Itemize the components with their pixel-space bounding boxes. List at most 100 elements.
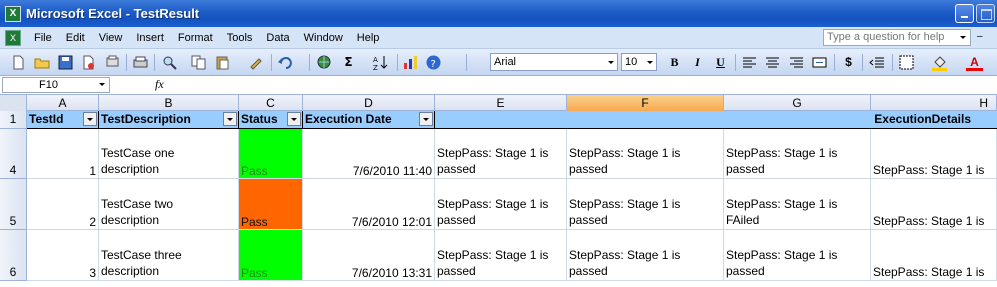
align-left-icon[interactable] xyxy=(741,54,758,71)
research-icon[interactable] xyxy=(161,54,178,71)
font-size-select[interactable]: 10 xyxy=(621,53,657,71)
cell-description[interactable]: TestCase three description xyxy=(99,230,239,281)
filter-dropdown-icon[interactable] xyxy=(223,112,237,126)
cell-execution-date[interactable]: 7/6/2010 11:40 xyxy=(303,129,435,179)
autosum-button[interactable]: Σ xyxy=(340,54,357,71)
header-cell-testid[interactable]: TestId xyxy=(27,111,99,129)
merge-center-icon[interactable] xyxy=(811,54,828,71)
cell-execution-detail[interactable]: StepPass: Stage 1 is passed xyxy=(724,129,871,179)
menu-tools[interactable]: Tools xyxy=(220,32,260,44)
filter-dropdown-icon[interactable] xyxy=(287,112,301,126)
header-cell-status[interactable]: Status xyxy=(239,111,303,129)
window-minimize-icon[interactable]: – xyxy=(977,32,988,43)
cell-testid[interactable]: 2 xyxy=(27,179,99,230)
cell-status[interactable]: Pass xyxy=(239,230,303,281)
permission-icon[interactable] xyxy=(80,54,97,71)
menu-view[interactable]: View xyxy=(92,32,130,44)
menu-file[interactable]: File xyxy=(27,32,59,44)
help-search-input[interactable]: Type a question for help xyxy=(823,29,971,46)
undo-icon[interactable] xyxy=(277,54,294,71)
cell-status[interactable]: Pass xyxy=(239,129,303,179)
format-painter-icon[interactable] xyxy=(248,54,265,71)
cell-testid[interactable]: 1 xyxy=(27,129,99,179)
column-header-g[interactable]: G xyxy=(724,95,871,111)
underline-button[interactable]: U xyxy=(712,54,729,71)
cell-execution-detail[interactable]: StepPass: Stage 1 is passed xyxy=(435,179,567,230)
cell-execution-detail[interactable]: StepPass: Stage 1 is passed xyxy=(567,129,724,179)
cell-description[interactable]: TestCase two description xyxy=(99,179,239,230)
cell-execution-detail[interactable]: StepPass: Stage 1 is xyxy=(871,129,997,179)
align-right-icon[interactable] xyxy=(788,54,805,71)
menu-insert[interactable]: Insert xyxy=(129,32,171,44)
row-header-4[interactable]: 4 xyxy=(0,129,27,179)
cell-status[interactable]: Pass xyxy=(239,179,303,230)
help-dropdown-icon[interactable] xyxy=(960,36,966,39)
cell-execution-detail[interactable]: StepPass: Stage 1 is FAiled xyxy=(724,179,871,230)
svg-text:A: A xyxy=(373,56,378,64)
formula-bar: F10 fx xyxy=(0,76,997,95)
column-header-d[interactable]: D xyxy=(303,95,435,111)
menu-edit[interactable]: Edit xyxy=(59,32,92,44)
open-icon[interactable] xyxy=(34,54,51,71)
align-center-icon[interactable] xyxy=(764,54,781,71)
currency-button[interactable]: $ xyxy=(840,54,857,71)
column-header-f[interactable]: F xyxy=(567,95,724,111)
excel-app-icon[interactable]: X xyxy=(5,5,21,22)
cell-execution-detail[interactable]: StepPass: Stage 1 is passed xyxy=(567,179,724,230)
print-preview-icon[interactable] xyxy=(104,54,121,71)
cell-execution-detail[interactable]: StepPass: Stage 1 is passed xyxy=(435,230,567,281)
column-header-a[interactable]: A xyxy=(27,95,99,111)
fill-color-icon[interactable] xyxy=(931,54,948,71)
paste-icon[interactable] xyxy=(214,54,231,71)
header-cell-execution-details[interactable]: ExecutionDetails xyxy=(435,111,997,129)
menu-format[interactable]: Format xyxy=(171,32,220,44)
filter-dropdown-icon[interactable] xyxy=(83,112,97,126)
select-all-corner[interactable] xyxy=(0,95,27,111)
cell-execution-date[interactable]: 7/6/2010 12:01 xyxy=(303,179,435,230)
restore-button[interactable] xyxy=(976,4,995,23)
cell-description[interactable]: TestCase one description xyxy=(99,129,239,179)
title-bar: X Microsoft Excel - TestResult xyxy=(0,0,997,27)
insert-function-icon[interactable]: fx xyxy=(155,77,164,92)
cell-execution-detail[interactable]: StepPass: Stage 1 is passed xyxy=(567,230,724,281)
column-header-h[interactable]: H xyxy=(871,95,997,111)
column-header-e[interactable]: E xyxy=(435,95,567,111)
header-cell-testdescription[interactable]: TestDescription xyxy=(99,111,239,129)
cell-testid[interactable]: 3 xyxy=(27,230,99,281)
cell-value: passed xyxy=(569,264,608,278)
decrease-indent-icon[interactable] xyxy=(869,54,886,71)
menu-window[interactable]: Window xyxy=(297,32,350,44)
font-name-select[interactable]: Arial xyxy=(490,53,618,71)
menu-data[interactable]: Data xyxy=(259,32,296,44)
filter-dropdown-icon[interactable] xyxy=(419,112,433,126)
cell-execution-detail[interactable]: StepPass: Stage 1 is passed xyxy=(435,129,567,179)
name-box[interactable]: F10 xyxy=(2,77,110,93)
copy-icon[interactable] xyxy=(190,54,207,71)
save-icon[interactable] xyxy=(57,54,74,71)
menu-help[interactable]: Help xyxy=(350,32,387,44)
cell-execution-detail[interactable]: StepPass: Stage 1 is xyxy=(871,230,997,281)
print-icon[interactable] xyxy=(132,54,149,71)
new-icon[interactable] xyxy=(10,54,27,71)
minimize-button[interactable] xyxy=(955,4,974,23)
workbook-icon[interactable]: X xyxy=(5,29,21,46)
chart-wizard-icon[interactable] xyxy=(402,54,419,71)
hyperlink-icon[interactable] xyxy=(316,54,333,71)
sort-ascending-icon[interactable]: AZ xyxy=(372,54,389,71)
cell-value: 2 xyxy=(89,215,96,229)
row-header-5[interactable]: 5 xyxy=(0,179,27,230)
italic-button[interactable]: I xyxy=(689,54,706,71)
column-header-c[interactable]: C xyxy=(239,95,303,111)
bold-button[interactable]: B xyxy=(666,54,683,71)
font-color-button[interactable]: A xyxy=(966,54,983,71)
header-cell-execution-date[interactable]: Execution Date xyxy=(303,111,435,129)
row-header-6[interactable]: 6 xyxy=(0,230,27,281)
cell-execution-date[interactable]: 7/6/2010 13:31 xyxy=(303,230,435,281)
cell-execution-detail[interactable]: StepPass: Stage 1 is passed xyxy=(724,230,871,281)
row-header-1[interactable]: 1 xyxy=(0,111,27,129)
column-header-b[interactable]: B xyxy=(99,95,239,111)
cell-value: Pass xyxy=(241,266,268,280)
help-icon[interactable]: ? xyxy=(425,54,442,71)
borders-icon[interactable] xyxy=(898,54,915,71)
cell-execution-detail[interactable]: StepPass: Stage 1 is xyxy=(871,179,997,230)
